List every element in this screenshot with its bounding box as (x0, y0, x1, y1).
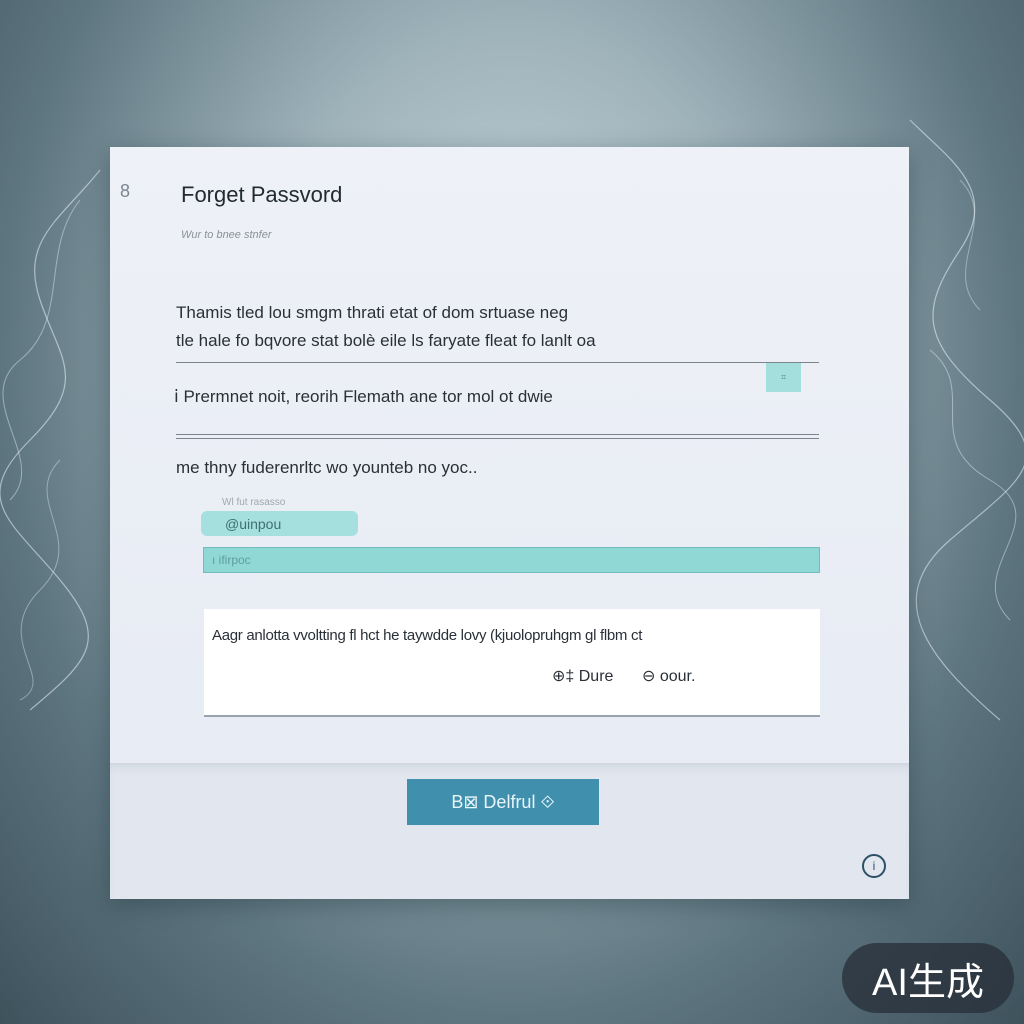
forgot-password-dialog: 8 8 Forget Passvord Wur to bnee stnfer T… (110, 147, 909, 899)
description-line: Thamis tled lou smgm thrati etat of dom … (176, 303, 569, 322)
divider (176, 438, 819, 439)
smoke-decoration-right (909, 119, 1024, 721)
description: Thamis tled lou smgm thrati etat of dom … (176, 299, 596, 355)
field-label: Wl fut rasasso (222, 497, 286, 508)
dialog-footer: B⊠ Delfrul ⟐ i (110, 763, 909, 899)
divider (176, 434, 819, 435)
dialog-title: Forget Passvord (181, 182, 343, 207)
divider (176, 362, 819, 363)
message-option[interactable]: ⊕‡ Dure (552, 666, 613, 686)
message-option[interactable]: ⊖ oour. (642, 666, 695, 686)
info-icon[interactable]: i (862, 854, 886, 878)
smoke-decoration-left (0, 169, 101, 711)
submit-button[interactable]: B⊠ Delfrul ⟐ (407, 779, 599, 825)
dialog-subtitle: Wur to bnee stnfer (181, 229, 272, 241)
small-teal-button[interactable]: ⌗ (766, 363, 801, 392)
message-box: Aagr anlotta vvoltting fl hct he taywdde… (204, 609, 820, 717)
ring-icon: 8 (120, 181, 131, 201)
username-pill[interactable]: @uinpou (201, 511, 358, 536)
notice-text: ⅰ Prermnet noit, reorih Flemath ane tor … (174, 387, 553, 406)
ai-generated-badge: AI生成 (842, 943, 1014, 1013)
description-line: tle hale fo bqvore stat bolè eile ls far… (176, 331, 596, 350)
email-input[interactable]: ı ifirpoc (203, 547, 820, 573)
message-text: Aagr anlotta vvoltting fl hct he taywdde… (212, 627, 643, 644)
helper-text: me thny fuderenrltc wo younteb no yoc.. (176, 458, 478, 477)
